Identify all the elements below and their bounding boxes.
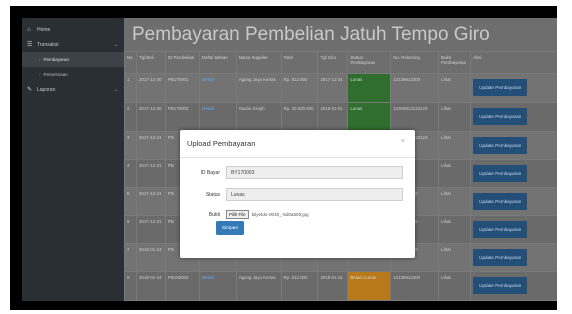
update-payment-button[interactable]: Update Pembayaran [473,165,528,182]
id-bayar-label: ID Bayar [200,169,220,176]
table-cell: 2017-12-30 [135,102,166,132]
column-header: Aksi [470,51,557,74]
table-cell: 3 [124,131,137,160]
detail-link[interactable]: Detail [202,106,214,111]
table-cell: 2017-12-31 [135,131,166,160]
status-badge: Lunas [348,103,391,131]
table-cell: 2 [124,102,137,132]
column-header: Tgl Giro [317,51,349,74]
column-header: Daftar Beban [198,51,237,74]
sidebar-item-penerimaan[interactable]: Penerimaan [22,67,124,82]
detail-link[interactable]: Detail [202,275,214,280]
table-cell: Rp. 10.000.000 [280,102,319,132]
table-cell: 1 [124,73,137,103]
update-payment-button[interactable]: Update Pembayaran [473,193,528,210]
table-cell: 2018-01-01 [317,102,349,132]
table-cell: 12139912300 [390,73,440,103]
view-proof-link[interactable]: Lihat [441,219,451,224]
choose-file-button[interactable]: Pilih File [226,210,249,219]
table-cell: 2018-01-24 [135,271,166,301]
sidebar-item-home[interactable]: ⌂ Home [22,22,124,37]
table-cell: 12309812123123 [390,102,440,132]
column-header: No [124,51,137,74]
view-proof-link[interactable]: Lihat [441,106,451,111]
sidebar: ⌂ Home ☰ Transaksi ⌄ Pembayaran Penerima… [22,18,124,301]
view-proof-link[interactable]: Lihat [441,247,451,252]
table-cell: 2017-12-31 [135,187,166,216]
bukti-label: Bukti [208,211,220,218]
update-payment-button[interactable]: Update Pembayaran [473,137,528,154]
view-proof-link[interactable]: Lihat [441,135,451,140]
table-row: 1 2017-12-30 PB170001 Detail Agung Jaya Kert… [124,73,557,103]
sidebar-item-label: Home [37,26,51,33]
table-cell: PB180002 [164,271,200,301]
column-header: Total [280,51,319,74]
table-row: 2 2017-12-30 PB170002 Detail Studio Graph Rp.… [124,102,557,132]
table-cell: PB170002 [164,102,200,132]
table-cell: 2017-12-31 [317,73,349,103]
modal-title: Upload Pembayaran [187,139,256,148]
table-cell: 8 [124,271,137,301]
sidebar-item-transaksi[interactable]: ☰ Transaksi ⌄ [22,37,124,52]
sidebar-item-laporan[interactable]: ✎ Laporan ⌄ [22,82,124,97]
update-payment-button[interactable]: Update Pembayaran [473,108,528,125]
sidebar-item-pembayaran[interactable]: Pembayaran [22,52,124,67]
column-header: Status Pembayaran [347,51,392,74]
view-proof-link[interactable]: Lihat [441,191,451,196]
chevron-down-icon: ⌄ [113,41,118,48]
update-payment-button[interactable]: Update Pembayaran [473,249,528,266]
id-bayar-row: ID Bayar BY170003 [180,166,403,179]
bukti-row: Bukti Pilih File bilyetdo-0040_-5d0a500.… [180,210,309,219]
column-header: Tgl Beli [135,51,166,74]
list-icon: ☰ [27,42,33,48]
table-cell: 5 [124,187,137,216]
detail-link[interactable]: Detail [202,77,214,82]
table-cell: PB170001 [164,73,200,103]
table-cell: Agung Jaya Kertas [235,271,282,301]
status-label: Status [205,191,220,198]
table-cell: Rp. 812.000 [280,271,319,301]
column-header: Nama Supplier [235,51,282,74]
save-button[interactable]: Simpan [216,221,244,235]
status-badge: Lunas [348,74,391,102]
close-icon[interactable]: × [401,138,405,145]
column-header: ID Pembelian [164,51,200,74]
update-payment-button[interactable]: Update Pembayaran [473,277,528,294]
file-name: bilyetdo-0040_-5d0a500.jpg [251,212,309,217]
column-header: Bukti Pembayaran [438,51,472,74]
status-badge: Belum Lunas [348,272,391,300]
view-proof-link[interactable]: Lihat [441,77,451,82]
table-cell: 2017-12-31 [135,215,166,244]
table-cell: 4 [124,159,137,188]
table-row: 8 2018-01-24 PB180002 Detail Agung Jaya Kert… [124,271,557,301]
table-cell: 6 [124,215,137,244]
chevron-down-icon: ⌄ [113,86,118,93]
sidebar-item-label: Transaksi [37,41,59,48]
view-proof-link[interactable]: Lihat [441,275,451,280]
column-header: No. Rekening [390,51,440,74]
table-cell: Rp. 812.000 [280,73,319,103]
page-title: Pembayaran Pembelian Jatuh Tempo Giro [132,24,490,45]
status-row: Status Lunas [180,188,403,201]
table-cell: Studio Graph [235,102,282,132]
report-icon: ✎ [27,87,33,93]
upload-modal: Upload Pembayaran × ID Bayar BY170003 St… [180,130,415,258]
modal-header: Upload Pembayaran [180,130,415,158]
sidebar-item-label: Laporan [37,86,56,93]
table-cell: 2017-12-31 [135,159,166,188]
home-icon: ⌂ [27,26,31,33]
table-header-row: No Tgl Beli ID Pembelian Daftar Beban Nama S… [124,51,557,74]
table-cell: 12139912300 [390,271,440,301]
view-proof-link[interactable]: Lihat [441,163,451,168]
table-cell: Agung Jaya Kertas [235,73,282,103]
table-cell: 7 [124,243,137,272]
update-payment-button[interactable]: Update Pembayaran [473,221,528,238]
status-field[interactable]: Lunas [226,188,403,201]
id-bayar-field[interactable]: BY170003 [226,166,403,179]
update-payment-button[interactable]: Update Pembayaran [473,79,528,96]
table-cell: 2018-01-24 [135,243,166,272]
screen-frame: ⌂ Home ☰ Transaksi ⌄ Pembayaran Penerima… [10,6,557,310]
table-cell: 2017-12-30 [135,73,166,103]
table-cell: 2018-01-31 [317,271,349,301]
